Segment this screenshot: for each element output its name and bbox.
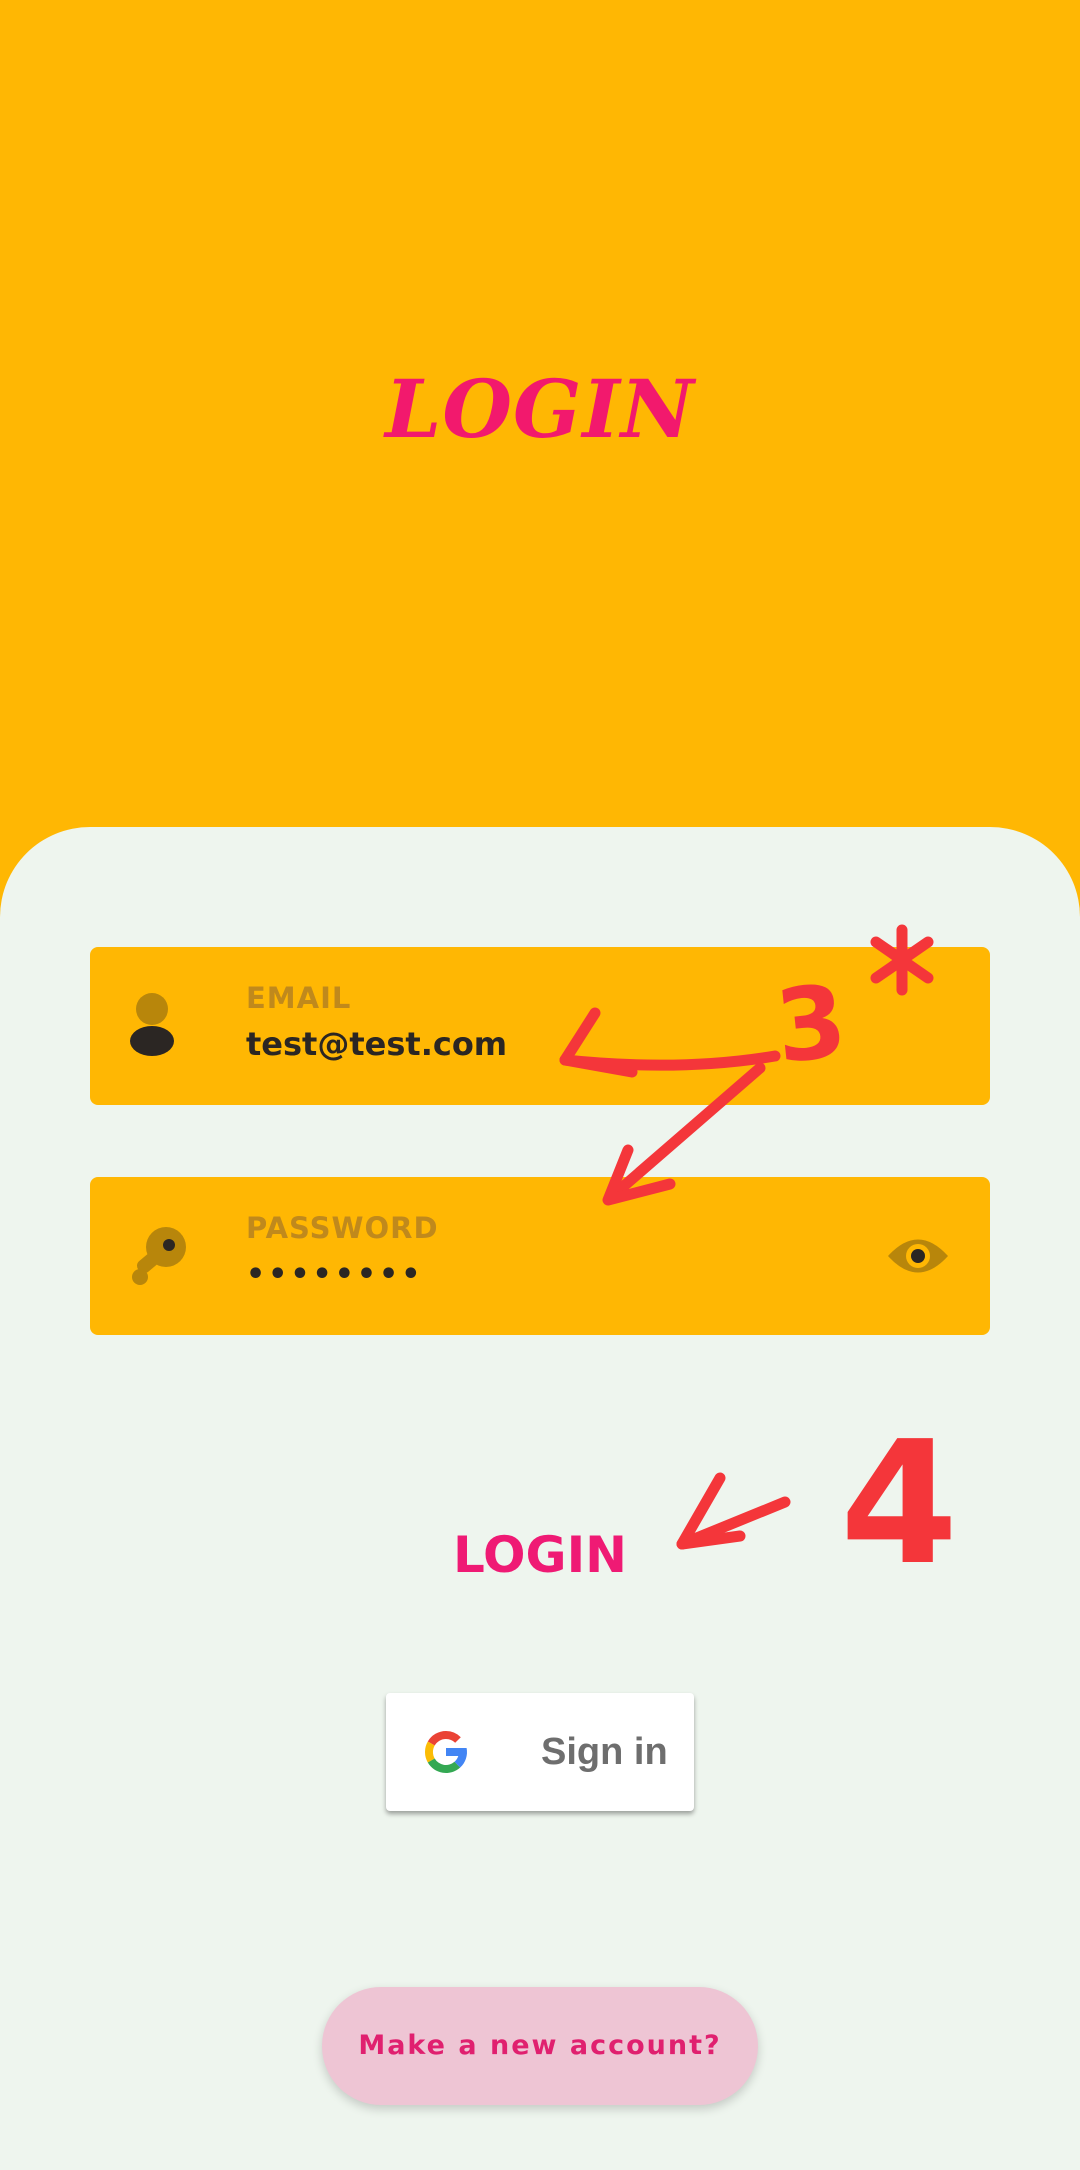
header: LOGIN	[0, 0, 1080, 830]
password-value[interactable]: ••••••••	[246, 1257, 423, 1292]
new-account-button[interactable]: Make a new account?	[322, 1987, 758, 2105]
user-icon	[130, 993, 174, 1056]
google-logo-icon	[424, 1731, 467, 1774]
google-sign-in-button[interactable]: Sign in	[386, 1693, 694, 1811]
email-field[interactable]: EMAIL test@test.com	[90, 947, 990, 1105]
eye-icon[interactable]	[886, 1229, 950, 1283]
login-button[interactable]: LOGIN	[390, 1510, 690, 1600]
email-value[interactable]: test@test.com	[246, 1025, 507, 1063]
page-title: LOGIN	[385, 362, 695, 456]
key-icon	[132, 1227, 186, 1285]
email-label: EMAIL	[246, 981, 352, 1015]
password-label: PASSWORD	[246, 1211, 439, 1245]
password-field[interactable]: PASSWORD ••••••••	[90, 1177, 990, 1335]
google-sign-in-label: Sign in	[541, 1731, 668, 1773]
